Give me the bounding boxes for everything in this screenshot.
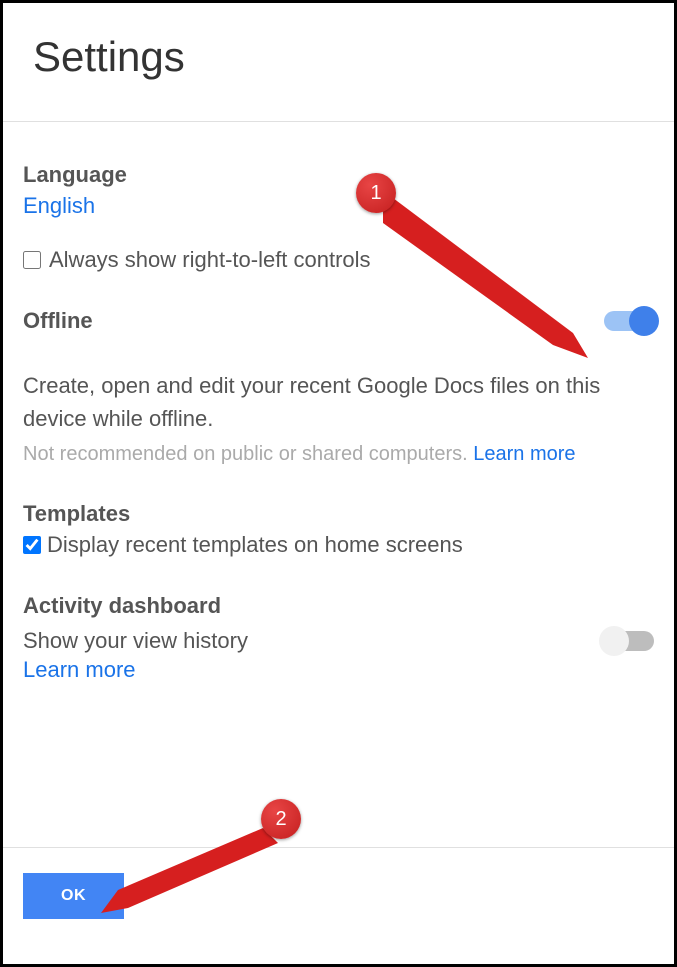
language-label: Language: [23, 162, 654, 188]
activity-learn-more-link[interactable]: Learn more: [23, 657, 136, 682]
offline-learn-more-link[interactable]: Learn more: [473, 443, 575, 465]
templates-checkbox-row: Display recent templates on home screens: [23, 532, 654, 558]
offline-warning: Not recommended on public or shared comp…: [23, 443, 473, 465]
activity-row: Show your view history: [23, 624, 654, 657]
offline-toggle[interactable]: [604, 311, 654, 331]
templates-label: Templates: [23, 501, 654, 527]
annotation-badge-2: 2: [261, 799, 301, 839]
ok-button[interactable]: OK: [23, 873, 124, 919]
templates-checkbox-label: Display recent templates on home screens: [47, 532, 463, 558]
rtl-checkbox[interactable]: [23, 251, 41, 269]
settings-header: Settings: [3, 3, 674, 122]
activity-subtitle: Show your view history: [23, 624, 248, 657]
settings-footer: OK: [3, 847, 674, 964]
page-title: Settings: [33, 33, 644, 81]
annotation-badge-1: 1: [356, 173, 396, 213]
settings-content: Language English Always show right-to-le…: [3, 122, 674, 738]
rtl-checkbox-row: Always show right-to-left controls: [23, 247, 654, 273]
offline-label: Offline: [23, 308, 93, 334]
templates-section: Templates Display recent templates on ho…: [23, 501, 654, 558]
rtl-checkbox-label: Always show right-to-left controls: [49, 247, 371, 273]
offline-section-header: Offline: [23, 308, 654, 334]
activity-toggle[interactable]: [604, 631, 654, 651]
activity-label: Activity dashboard: [23, 593, 654, 619]
activity-section: Activity dashboard Show your view histor…: [23, 593, 654, 683]
offline-description: Create, open and edit your recent Google…: [23, 369, 654, 435]
offline-description-section: Create, open and edit your recent Google…: [23, 369, 654, 466]
language-link[interactable]: English: [23, 193, 95, 218]
templates-checkbox[interactable]: [23, 536, 41, 554]
language-section: Language English Always show right-to-le…: [23, 162, 654, 273]
